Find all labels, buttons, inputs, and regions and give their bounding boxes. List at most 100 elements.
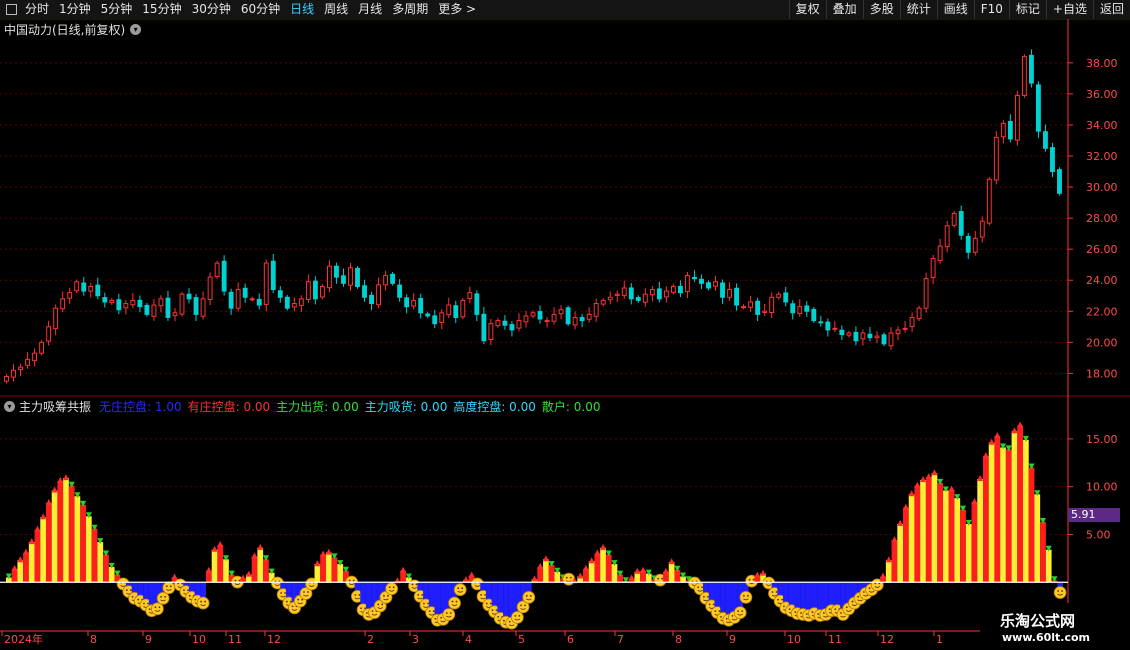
candle-body [130,299,136,306]
smiley-eye [794,611,797,613]
candle-body [909,316,915,327]
candle [790,300,796,320]
osc-bar [588,557,595,583]
smiley-eye [445,612,448,614]
osc-bar-fill [1045,549,1052,583]
smiley-eye [428,610,431,613]
osc-bar-fill [320,554,326,583]
osc-arrow [62,474,69,481]
osc-bar-fill [1040,522,1046,583]
candle [355,266,360,289]
candle [1028,49,1034,88]
candle [362,279,367,302]
smiley-eye [657,577,660,580]
osc-neg-fill [794,582,801,611]
candle [600,298,606,307]
candle-body [1057,169,1062,194]
osc-bar-fill [34,529,41,583]
candle [607,291,613,305]
candle [18,363,23,377]
osc-bar-fill [1034,494,1041,583]
smiley-eye [834,608,837,611]
smiley-face [151,602,164,616]
candle-body [397,284,403,298]
osc-bar [1045,545,1052,583]
osc-arrow [662,567,669,574]
candle [1036,81,1041,138]
candle [418,293,424,319]
candle [502,315,508,330]
osc-bar [954,494,961,583]
candle-body [1000,122,1006,138]
osc-arrow [314,560,321,567]
osc-bar [331,553,338,583]
osc-bar-fill [885,560,892,583]
candle-body [376,284,381,306]
osc-neg-fill [720,582,726,615]
current-value-badge: 5.91 [1068,508,1120,522]
osc-bar [948,485,955,583]
candle [593,298,599,322]
x-tick-label: 2 [367,633,374,646]
candle-body [713,281,718,287]
osc-neg-fill [725,582,732,616]
candle-body [102,297,108,303]
osc-bar [605,550,612,583]
osc-arrow [400,566,407,573]
osc-bar [542,555,549,583]
candle-body [348,267,353,286]
candle [376,277,381,309]
smiley-eye [868,587,871,590]
osc-arrow [885,556,892,563]
candle [158,295,164,313]
y-tick-label: 30.00 [1086,181,1118,194]
candle [1000,119,1006,144]
smiley-face [448,596,461,610]
candle-body [390,273,396,284]
osc-bar-fill [965,523,972,583]
candle [467,286,473,304]
smiley-eye [411,583,414,586]
candle [130,293,136,309]
smiley-eye [747,594,749,597]
candle-body [207,276,213,300]
osc-bar [17,556,24,583]
osc-bar [1000,443,1007,583]
smiley-eye [358,593,361,596]
candle-body [165,297,171,318]
y-tick-label: 22.00 [1086,305,1118,318]
osc-bar-fill [45,502,52,583]
candle [474,290,480,322]
smiley-face [453,583,467,597]
candle [734,283,740,311]
candle [551,307,557,325]
smiley-eye [737,610,740,613]
candle [586,307,592,323]
candle-body [888,332,894,347]
smiley-face [385,582,399,596]
candle [951,211,957,228]
osc-arrow [582,564,589,571]
candle [270,253,276,293]
candle-body [221,260,227,292]
osc-bar [325,548,332,583]
x-tick-label: 11 [228,633,242,646]
osc-bar [1005,445,1012,583]
candle-body [614,293,620,296]
osc-bar [245,570,252,583]
candle-body [965,235,971,253]
candle-body [516,320,522,329]
osc-bar-fill [943,490,949,583]
candle [425,311,431,319]
smiley-eye [158,606,161,609]
osc-arrow [931,469,938,476]
candle-body [860,332,866,340]
osc-bar [885,556,892,583]
chart-canvas[interactable]: 18.00 20.00 22.00 24.00 26.00 28.00 30.00 32.00… [0,0,1130,650]
candle [811,307,817,323]
smiley-eye [427,602,429,605]
candle [411,293,417,310]
candle-body [832,327,838,330]
smiley-eye [845,606,848,609]
osc-bar [645,569,652,583]
